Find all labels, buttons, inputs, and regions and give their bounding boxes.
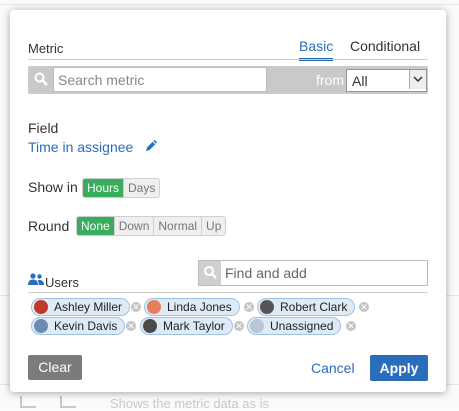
search-metric-input[interactable] xyxy=(53,67,267,92)
user-chip-name: Mark Taylor xyxy=(163,319,225,333)
metric-settings-popup: Metric Basic Conditional from All Field … xyxy=(10,10,446,392)
round-label: Round xyxy=(28,218,70,234)
users-icon xyxy=(28,273,44,285)
chevron-down-icon xyxy=(409,70,426,89)
round-option-none[interactable]: None xyxy=(77,217,114,235)
user-chip: Robert Clark xyxy=(257,298,356,316)
avatar xyxy=(34,300,48,314)
user-chip: Kevin Davis xyxy=(31,317,126,335)
avatar xyxy=(34,319,48,333)
background-divider xyxy=(0,4,459,5)
cancel-button[interactable]: Cancel xyxy=(311,360,355,376)
remove-user-icon[interactable]: ✕ xyxy=(234,321,244,331)
user-chip-name: Unassigned xyxy=(270,319,334,333)
background-bars-icon xyxy=(20,396,36,408)
metric-divider xyxy=(28,59,428,60)
metric-search-bar: from All xyxy=(28,66,428,94)
show-in-label: Show in xyxy=(28,179,78,195)
from-label: from xyxy=(316,72,344,88)
round-option-down[interactable]: Down xyxy=(113,217,154,235)
show-in-option-hours[interactable]: Hours xyxy=(83,179,124,197)
field-value-link[interactable]: Time in assignee xyxy=(28,139,133,155)
remove-user-icon[interactable]: ✕ xyxy=(244,302,254,312)
avatar xyxy=(250,319,264,333)
pencil-icon[interactable] xyxy=(144,138,159,153)
users-label: Users xyxy=(45,275,79,290)
clear-button[interactable]: Clear xyxy=(28,355,82,380)
avatar xyxy=(147,300,161,314)
remove-user-icon[interactable]: ✕ xyxy=(131,302,141,312)
avatar xyxy=(143,319,157,333)
avatar xyxy=(260,300,274,314)
users-divider xyxy=(28,292,428,293)
round-option-normal[interactable]: Normal xyxy=(153,217,201,235)
search-icon xyxy=(199,261,221,285)
metric-label: Metric xyxy=(28,41,64,56)
user-chip: Mark Taylor xyxy=(140,317,233,335)
round-toggle: None Down Normal Up xyxy=(76,216,227,236)
from-select-value: All xyxy=(352,73,368,89)
apply-button[interactable]: Apply xyxy=(370,355,428,381)
remove-user-icon[interactable]: ✕ xyxy=(126,321,136,331)
find-user-box xyxy=(198,260,428,286)
find-and-add-input[interactable] xyxy=(225,263,421,282)
show-in-toggle: Hours Days xyxy=(82,178,161,198)
user-chip: Ashley Miller xyxy=(31,298,131,316)
show-in-option-days[interactable]: Days xyxy=(123,179,159,197)
background-bars-icon xyxy=(60,396,76,408)
from-select[interactable]: All xyxy=(346,69,427,92)
user-chip-name: Ashley Miller xyxy=(54,300,123,314)
tab-conditional[interactable]: Conditional xyxy=(350,38,420,54)
user-chip-name: Robert Clark xyxy=(280,300,348,314)
user-chip: Unassigned xyxy=(247,317,342,335)
user-chip-name: Kevin Davis xyxy=(54,319,118,333)
search-icon xyxy=(34,72,48,86)
remove-user-icon[interactable]: ✕ xyxy=(359,302,369,312)
field-label: Field xyxy=(28,120,59,136)
user-chip: Linda Jones xyxy=(144,298,240,316)
round-option-up[interactable]: Up xyxy=(201,217,225,235)
remove-user-icon[interactable]: ✕ xyxy=(346,321,356,331)
user-chip-name: Linda Jones xyxy=(167,300,232,314)
tab-basic[interactable]: Basic xyxy=(299,38,334,61)
